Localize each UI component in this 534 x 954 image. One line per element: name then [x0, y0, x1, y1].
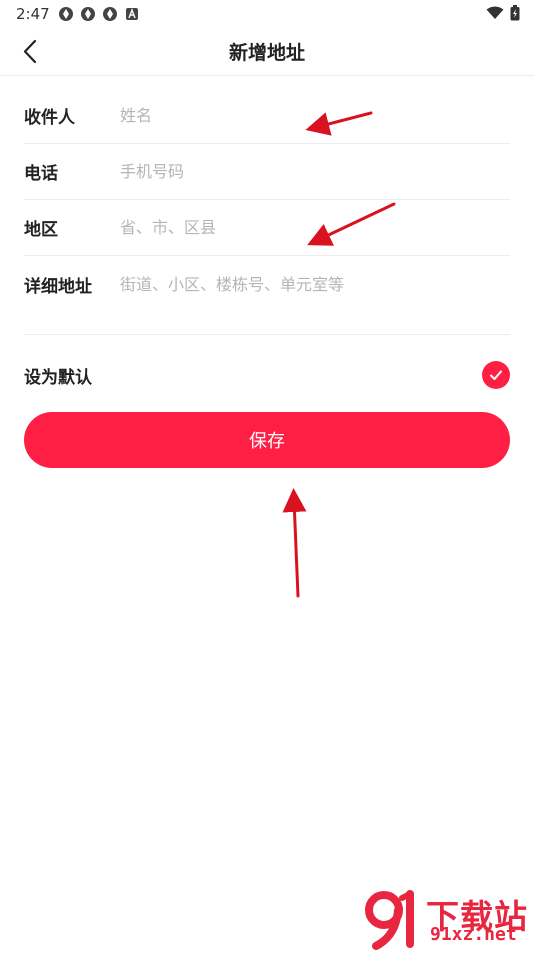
recipient-input[interactable] — [120, 106, 480, 125]
annotation-arrow — [282, 488, 307, 598]
set-default-row: 设为默认 — [24, 355, 510, 395]
page-title: 新增地址 — [228, 42, 305, 64]
section-divider — [24, 334, 510, 335]
detail-address-label: 详细地址 — [24, 277, 92, 297]
a-badge-icon — [126, 8, 138, 20]
set-default-checkbox[interactable] — [482, 361, 510, 389]
status-left-icons — [58, 6, 140, 22]
phone-row: 电话 — [24, 144, 510, 200]
watermark: 下载站 91xz.net — [362, 888, 534, 950]
watermark-logo-icon — [365, 890, 414, 950]
region-label: 地区 — [24, 220, 58, 240]
sync-icon — [81, 7, 95, 21]
recipient-label: 收件人 — [24, 108, 75, 128]
status-right-icons — [486, 5, 520, 21]
save-button[interactable]: 保存 — [24, 412, 510, 468]
wifi-icon — [486, 6, 504, 19]
status-time: 2:47 — [16, 5, 50, 23]
address-form: 收件人 电话 地区 详细地址 — [24, 88, 510, 313]
phone-label: 电话 — [24, 164, 58, 184]
detail-address-row: 详细地址 — [24, 256, 510, 313]
title-bar: 新增地址 — [0, 28, 534, 76]
status-bar: 2:47 — [0, 0, 534, 28]
sync-icon — [59, 7, 73, 21]
battery-icon — [510, 5, 520, 21]
region-input[interactable] — [120, 218, 480, 237]
checkmark-icon — [490, 370, 502, 380]
watermark-url: 91xz.net — [430, 924, 517, 945]
region-row[interactable]: 地区 — [24, 200, 510, 256]
phone-input[interactable] — [120, 162, 480, 181]
recipient-row: 收件人 — [24, 88, 510, 144]
detail-address-input[interactable] — [120, 275, 480, 294]
sync-icon — [103, 7, 117, 21]
set-default-label: 设为默认 — [24, 367, 92, 388]
